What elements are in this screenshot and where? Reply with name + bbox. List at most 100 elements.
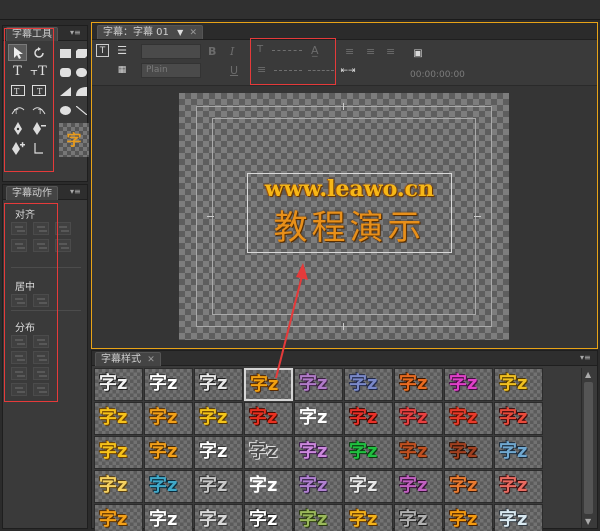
templates-icon[interactable]: ▦ [114, 63, 130, 77]
style-swatch[interactable]: 字z [294, 402, 343, 435]
distribute-right-icon[interactable] [11, 351, 27, 364]
style-swatch[interactable]: 字z [494, 368, 543, 401]
style-swatch[interactable]: 字z [194, 504, 243, 531]
title-stage[interactable]: www.leawo.cn 教程演示 [179, 93, 509, 340]
arc-tool-icon[interactable] [73, 82, 89, 101]
style-swatch[interactable]: 字z [444, 504, 493, 531]
style-swatch[interactable]: 字z [144, 470, 193, 503]
styles-scrollbar[interactable]: ▲ ▼ [581, 368, 595, 528]
style-swatch[interactable]: 字z [244, 402, 293, 435]
new-title-icon[interactable]: T [96, 44, 109, 57]
close-icon[interactable]: ✕ [189, 28, 197, 38]
style-swatch[interactable]: 字z [244, 504, 293, 531]
style-swatch[interactable]: 字z [194, 436, 243, 469]
style-swatch[interactable]: 字z [344, 436, 393, 469]
type-tool-icon[interactable]: T [8, 63, 27, 80]
tracking-field[interactable] [308, 70, 334, 71]
rotate-tool-icon[interactable] [29, 44, 48, 61]
italic-icon[interactable]: I [230, 45, 234, 58]
align-left-text-icon[interactable]: ≡ [345, 45, 354, 58]
panel-menu-icon[interactable]: ▾≡ [70, 28, 84, 38]
style-swatch[interactable]: 字z [444, 436, 493, 469]
vertical-area-type-tool-icon[interactable]: T [29, 82, 48, 99]
style-swatch[interactable]: 字z [494, 504, 543, 531]
show-background-video-icon[interactable]: ▣ [410, 47, 426, 61]
distribute-horizontal-even-icon[interactable] [33, 351, 49, 364]
style-swatch[interactable]: 字z [394, 402, 443, 435]
style-swatch[interactable]: 字z [394, 504, 443, 531]
font-family-select[interactable] [141, 44, 201, 59]
style-swatch[interactable]: 字z [444, 368, 493, 401]
panel-menu-icon[interactable]: ▾≡ [580, 353, 594, 363]
style-swatch[interactable]: 字z [94, 436, 143, 469]
rounded-rectangle-tool-icon[interactable] [57, 63, 73, 82]
scroll-thumb[interactable] [584, 382, 593, 514]
style-swatch[interactable]: 字z [394, 436, 443, 469]
panel-menu-icon[interactable]: ▾≡ [70, 187, 84, 197]
center-vertical-icon[interactable] [11, 294, 27, 307]
style-swatch[interactable]: 字z [94, 402, 143, 435]
style-swatch[interactable]: 字z [344, 402, 393, 435]
style-swatch[interactable]: 字z [294, 436, 343, 469]
center-horizontal-icon[interactable] [33, 294, 49, 307]
delete-anchor-tool-icon[interactable] [29, 120, 48, 137]
selection-tool-icon[interactable] [8, 44, 27, 61]
style-swatch[interactable]: 字z [194, 402, 243, 435]
ellipse-tool-icon[interactable] [57, 101, 73, 120]
style-swatch[interactable]: 字z [294, 504, 343, 531]
rectangle-tool-icon[interactable] [57, 44, 73, 63]
style-swatch[interactable]: 字z [394, 368, 443, 401]
roll-crawl-options-icon[interactable]: ☰ [114, 44, 130, 58]
style-swatch[interactable]: 字z [94, 368, 143, 401]
style-swatch[interactable]: 字z [144, 504, 193, 531]
tab-title-actions[interactable]: 字幕动作 [6, 186, 58, 200]
rounded-corner-tool-icon[interactable] [73, 63, 89, 82]
timecode-display[interactable]: 00:00:00:00 [410, 70, 465, 80]
align-left-icon[interactable] [11, 222, 27, 235]
distribute-horizontal-center-icon[interactable] [33, 335, 49, 348]
style-swatch[interactable]: 字z [494, 470, 543, 503]
align-bottom-icon[interactable] [55, 239, 71, 252]
distribute-vertical-even-icon[interactable] [33, 383, 49, 396]
font-style-select[interactable]: Plain [141, 63, 201, 78]
tab-title-tools[interactable]: 字幕工具 [6, 27, 58, 41]
style-swatch[interactable]: 字z [244, 368, 293, 401]
line-tool-icon[interactable] [73, 101, 89, 120]
close-icon[interactable]: ✕ [147, 355, 155, 365]
title-text-object[interactable]: www.leawo.cn 教程演示 [247, 173, 452, 253]
align-horizontal-center-icon[interactable] [33, 222, 49, 235]
bold-icon[interactable]: B [208, 45, 216, 58]
style-swatch[interactable]: 字z [144, 436, 193, 469]
style-swatch[interactable]: 字z [494, 436, 543, 469]
style-swatch[interactable]: 字z [194, 470, 243, 503]
convert-anchor-tool-icon[interactable] [29, 139, 48, 156]
scroll-down-icon[interactable]: ▼ [585, 517, 591, 526]
style-swatch[interactable]: 字z [444, 402, 493, 435]
style-swatch[interactable]: 字z [344, 470, 393, 503]
style-swatch[interactable]: 字z [294, 470, 343, 503]
dropdown-arrow-icon[interactable]: ▼ [177, 28, 183, 37]
distribute-left-icon[interactable] [11, 335, 27, 348]
clipped-rectangle-tool-icon[interactable] [73, 44, 89, 63]
style-swatch[interactable]: 字z [394, 470, 443, 503]
align-center-text-icon[interactable]: ≡ [366, 45, 375, 58]
style-swatch[interactable]: 字z [294, 368, 343, 401]
pen-tool-icon[interactable] [8, 120, 27, 137]
align-right-text-icon[interactable]: ≡ [386, 45, 395, 58]
vertical-type-tool-icon[interactable]: ⫟T [29, 63, 48, 80]
style-swatch[interactable]: 字z [144, 402, 193, 435]
style-swatch[interactable]: 字z [344, 368, 393, 401]
distribute-bottom-icon[interactable] [11, 383, 27, 396]
scroll-up-icon[interactable]: ▲ [585, 370, 591, 379]
style-swatch[interactable]: 字z [444, 470, 493, 503]
style-swatch[interactable]: 字z [94, 470, 143, 503]
vertical-path-type-tool-icon[interactable]: T [29, 101, 48, 118]
wedge-tool-icon[interactable] [57, 82, 73, 101]
distribute-vertical-center-icon[interactable] [33, 367, 49, 380]
align-vertical-center-icon[interactable] [33, 239, 49, 252]
distribute-top-icon[interactable] [11, 367, 27, 380]
tab-title-01[interactable]: 字幕：字幕 01 ▼ ✕ [97, 25, 203, 39]
tab-title-styles[interactable]: 字幕样式 ✕ [95, 352, 161, 366]
font-size-field[interactable] [272, 50, 302, 51]
leading-field[interactable] [274, 70, 302, 71]
